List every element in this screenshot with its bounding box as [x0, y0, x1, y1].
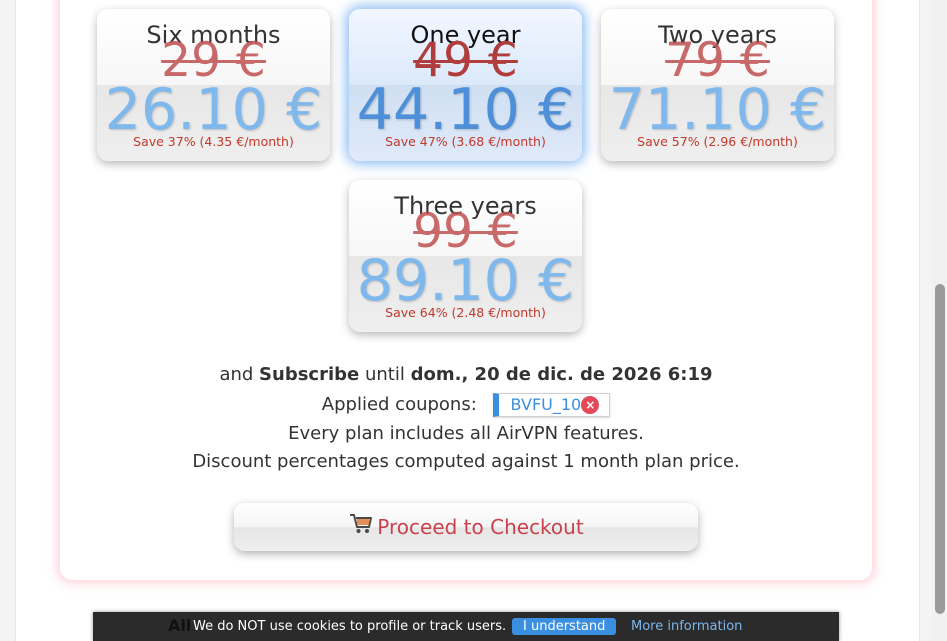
plan-card-six-months[interactable]: Six months 29 € 26.10 € Save 37% (4.35 €… — [97, 9, 330, 161]
coupons-label: Applied coupons: — [321, 394, 477, 415]
plan-savings: Save 47% (3.68 €/month) — [385, 134, 546, 149]
cookie-consent-bar: All We do NOT use cookies to profile or … — [93, 612, 839, 641]
plan-savings: Save 57% (2.96 €/month) — [637, 134, 798, 149]
subscribe-until: until — [364, 364, 405, 385]
plan-savings: Save 64% (2.48 €/month) — [385, 305, 546, 320]
cookie-message: We do NOT use cookies to profile or trac… — [193, 619, 507, 634]
scrollbar-thumb[interactable] — [935, 284, 945, 614]
checkout-label: Proceed to Checkout — [377, 515, 584, 539]
applied-coupons-line: Applied coupons: BVFU_10 × — [0, 393, 932, 417]
scrollbar[interactable] — [932, 0, 947, 641]
cookie-more-info-link[interactable]: More information — [631, 619, 742, 634]
plan-new-price: 71.10 € — [608, 77, 827, 143]
subscribe-action: Subscribe — [259, 364, 360, 385]
cookie-underlying-text: All — [168, 616, 192, 635]
plan-card-three-years[interactable]: Three years 99 € 89.10 € Save 64% (2.48 … — [349, 180, 582, 332]
coupon-tag: BVFU_10 × — [492, 393, 611, 417]
features-note: Every plan includes all AirVPN features. — [288, 423, 644, 444]
discount-note: Discount percentages computed against 1 … — [192, 451, 740, 472]
subscribe-until-line: and Subscribe until dom., 20 de dic. de … — [0, 364, 932, 385]
subscribe-prefix: and — [219, 364, 254, 385]
coupon-code: BVFU_10 — [510, 395, 582, 414]
plan-savings: Save 37% (4.35 €/month) — [133, 134, 294, 149]
plan-new-price: 44.10 € — [356, 77, 575, 143]
cookie-accept-button[interactable]: I understand — [512, 618, 617, 635]
remove-coupon-icon[interactable]: × — [581, 396, 600, 414]
shopping-cart-icon — [348, 505, 374, 553]
plan-card-two-years[interactable]: Two years 79 € 71.10 € Save 57% (2.96 €/… — [601, 9, 834, 161]
plan-new-price: 26.10 € — [104, 77, 323, 143]
plan-card-one-year[interactable]: One year 49 € 44.10 € Save 47% (3.68 €/m… — [349, 9, 582, 161]
proceed-to-checkout-button[interactable]: Proceed to Checkout — [234, 503, 698, 551]
plan-new-price: 89.10 € — [356, 248, 575, 314]
subscribe-date: dom., 20 de dic. de 2026 6:19 — [410, 364, 713, 385]
